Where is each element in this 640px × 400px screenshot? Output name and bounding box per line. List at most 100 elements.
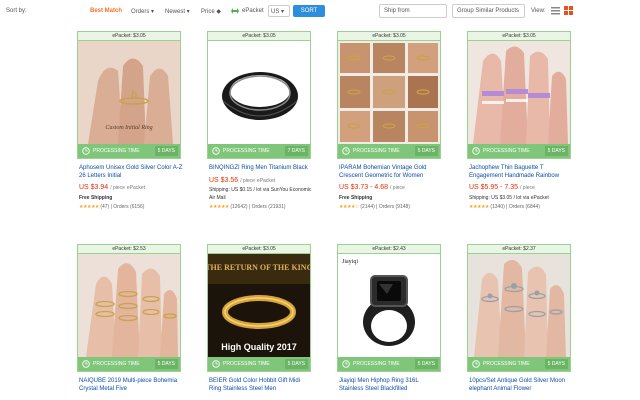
epacket-price-tag: ePacket: $2.53	[78, 245, 180, 254]
product-card[interactable]: ePacket: $3.05 PROCESSING TIME 5 DAYS	[467, 31, 571, 159]
order-count: Orders (6844)	[508, 204, 540, 210]
product-image[interactable]	[78, 254, 180, 357]
epacket-icon	[231, 8, 239, 14]
list-view-icon[interactable]	[551, 6, 560, 15]
product-info: 10pcs/Set Antique Gold Silver Moon eleph…	[469, 378, 573, 393]
shipping-info: Shipping: US $0.15 / lot via SunYou Econ…	[209, 187, 312, 201]
processing-time-bar: PROCESSING TIME 5 DAYS	[338, 357, 440, 371]
clock-icon	[342, 147, 350, 155]
processing-days: 5 DAYS	[154, 146, 178, 156]
processing-label: PROCESSING TIME	[93, 361, 140, 367]
product-card[interactable]: ePacket: $3.05 PROCESSING TIME 5 DAYS	[337, 31, 441, 159]
product-card[interactable]: ePacket: $3.05 h Custom Initial Ring PRO…	[77, 31, 181, 159]
processing-label: PROCESSING TIME	[353, 148, 400, 154]
processing-label: PROCESSING TIME	[483, 148, 530, 154]
group-similar-button[interactable]: Group Similar Products	[452, 4, 525, 18]
processing-time-bar: PROCESSING TIME 5 DAYS	[468, 144, 570, 158]
product-image[interactable]	[208, 41, 310, 144]
sort-price[interactable]: Price ◆	[201, 8, 221, 15]
product-card[interactable]: ePacket: $2.53 PROCESSING TIME 5 DAYS	[77, 244, 181, 372]
rating-row: ★★★★★ (12642) | Orders (21931)	[209, 204, 286, 210]
shipping-info: Shipping: US $3.05 / lot via ePacket	[469, 194, 549, 201]
product-title[interactable]: Aphosem Unisex Gold Silver Color A-Z 26 …	[79, 165, 183, 180]
clock-icon	[82, 360, 90, 368]
product-title[interactable]: 10pcs/Set Antique Gold Silver Moon eleph…	[469, 378, 573, 393]
epacket-price-tag: ePacket: $2.37	[468, 245, 570, 254]
clock-icon	[82, 147, 90, 155]
review-count[interactable]: (1340)	[490, 204, 504, 210]
country-select[interactable]: US ▾	[268, 5, 290, 17]
epacket-price-tag: ePacket: $3.05	[208, 245, 310, 254]
svg-text:h: h	[131, 88, 138, 103]
processing-days: 5 DAYS	[154, 359, 178, 369]
product-title[interactable]: IPARAM Bohemian Vintage Gold Crescent Ge…	[339, 165, 443, 180]
processing-days: 5 DAYS	[414, 359, 438, 369]
rating-stars: ★★★★★	[209, 204, 229, 210]
clock-icon	[472, 147, 480, 155]
clock-icon	[472, 360, 480, 368]
product-info: IPARAM Bohemian Vintage Gold Crescent Ge…	[339, 165, 443, 212]
ship-from-select[interactable]: Ship from	[379, 4, 447, 18]
product-image[interactable]	[468, 254, 570, 357]
product-info: BEIER Gold Color Hobbit Gift Midi Ring S…	[209, 378, 313, 393]
image-title-text: THE RETURN OF THE KING	[208, 263, 310, 272]
product-price: US $3.73 - 4.68/ piece	[339, 184, 405, 191]
rating-stars: ★★★★★	[79, 204, 99, 210]
epacket-price-tag: ePacket: $3.05	[468, 32, 570, 41]
order-count: Orders (21931)	[251, 204, 286, 210]
product-title[interactable]: BEIER Gold Color Hobbit Gift Midi Ring S…	[209, 378, 313, 393]
product-image[interactable]: Jiayiqi	[338, 254, 440, 357]
product-image[interactable]	[338, 41, 440, 144]
order-count: Orders (9148)	[378, 204, 410, 210]
product-image[interactable]: h Custom Initial Ring	[78, 41, 180, 144]
clock-icon	[212, 147, 220, 155]
processing-label: PROCESSING TIME	[223, 148, 270, 154]
review-count[interactable]: (2144)	[360, 204, 374, 210]
epacket-price-tag: ePacket: $3.05	[78, 32, 180, 41]
processing-label: PROCESSING TIME	[93, 148, 140, 154]
processing-label: PROCESSING TIME	[353, 361, 400, 367]
rating-stars: ★★★★☆	[339, 204, 359, 210]
processing-time-bar: PROCESSING TIME 5 DAYS	[78, 144, 180, 158]
rating-row: ★★★★☆ (2144) | Orders (9148)	[339, 204, 410, 210]
sort-best-match[interactable]: Best Match	[90, 8, 122, 14]
product-price: US $5.95 - 7.35/ piece	[469, 184, 535, 191]
epacket-filter[interactable]: ePacket	[242, 8, 264, 14]
product-card[interactable]: ePacket: $3.05 THE RETURN OF THE KING Hi…	[207, 244, 311, 372]
shipping-info: Free Shipping	[339, 194, 373, 201]
product-title[interactable]: Jachophew Thin Baguette T Engagement Han…	[469, 165, 573, 180]
product-card[interactable]: ePacket: $2.37 PROCESSING TIME 5 DAYS	[467, 244, 571, 372]
sort-bar: Sort by: Best Match Orders ▾ Newest ▾ Pr…	[0, 0, 640, 24]
processing-time-bar: PROCESSING TIME 5 DAYS	[338, 144, 440, 158]
grid-view-icon[interactable]	[564, 6, 573, 15]
product-info: Aphosem Unisex Gold Silver Color A-Z 26 …	[79, 165, 183, 212]
processing-days: 7 DAYS	[284, 146, 308, 156]
shipping-info: Free Shipping	[79, 194, 113, 201]
review-count[interactable]: (12642)	[230, 204, 247, 210]
processing-days: 5 DAYS	[544, 146, 568, 156]
processing-time-bar: PROCESSING TIME 7 DAYS	[208, 144, 310, 158]
svg-text:Custom Initial Ring: Custom Initial Ring	[105, 125, 152, 131]
review-count[interactable]: (47)	[100, 204, 109, 210]
sort-button[interactable]: SORT	[293, 5, 325, 17]
image-quality-text: High Quality 2017	[221, 342, 297, 352]
product-info: Jachophew Thin Baguette T Engagement Han…	[469, 165, 573, 212]
epacket-price-tag: ePacket: $3.05	[338, 32, 440, 41]
rating-row: ★★★★★ (1340) | Orders (6844)	[469, 204, 540, 210]
product-card[interactable]: ePacket: $2.43 Jiayiqi PROCESSING TIME 5…	[337, 244, 441, 372]
clock-icon	[212, 360, 220, 368]
product-image[interactable]: THE RETURN OF THE KING High Quality 2017	[208, 254, 310, 357]
product-card[interactable]: ePacket: $3.05 PROCESSING TIME 7 DAYS	[207, 31, 311, 159]
product-title[interactable]: Jiayiqi Men Hiphop Ring 316L Stainless S…	[339, 378, 443, 393]
product-price: US $3.56/ piece ePacket	[209, 176, 275, 184]
brand-logo-text: Jiayiqi	[342, 259, 358, 265]
product-title[interactable]: NAIQUBE 2019 Multi-piece Bohemia Crystal…	[79, 378, 183, 393]
sort-newest[interactable]: Newest ▾	[165, 8, 190, 15]
processing-label: PROCESSING TIME	[483, 361, 530, 367]
product-image[interactable]	[468, 41, 570, 144]
product-price: US $3.94/ piece ePacket	[79, 184, 145, 191]
sort-orders[interactable]: Orders ▾	[131, 8, 154, 15]
product-title[interactable]: BINQINGZI Ring Men Titanium Black	[209, 165, 313, 173]
epacket-price-tag: ePacket: $2.43	[338, 245, 440, 254]
view-label: View:	[531, 8, 546, 14]
